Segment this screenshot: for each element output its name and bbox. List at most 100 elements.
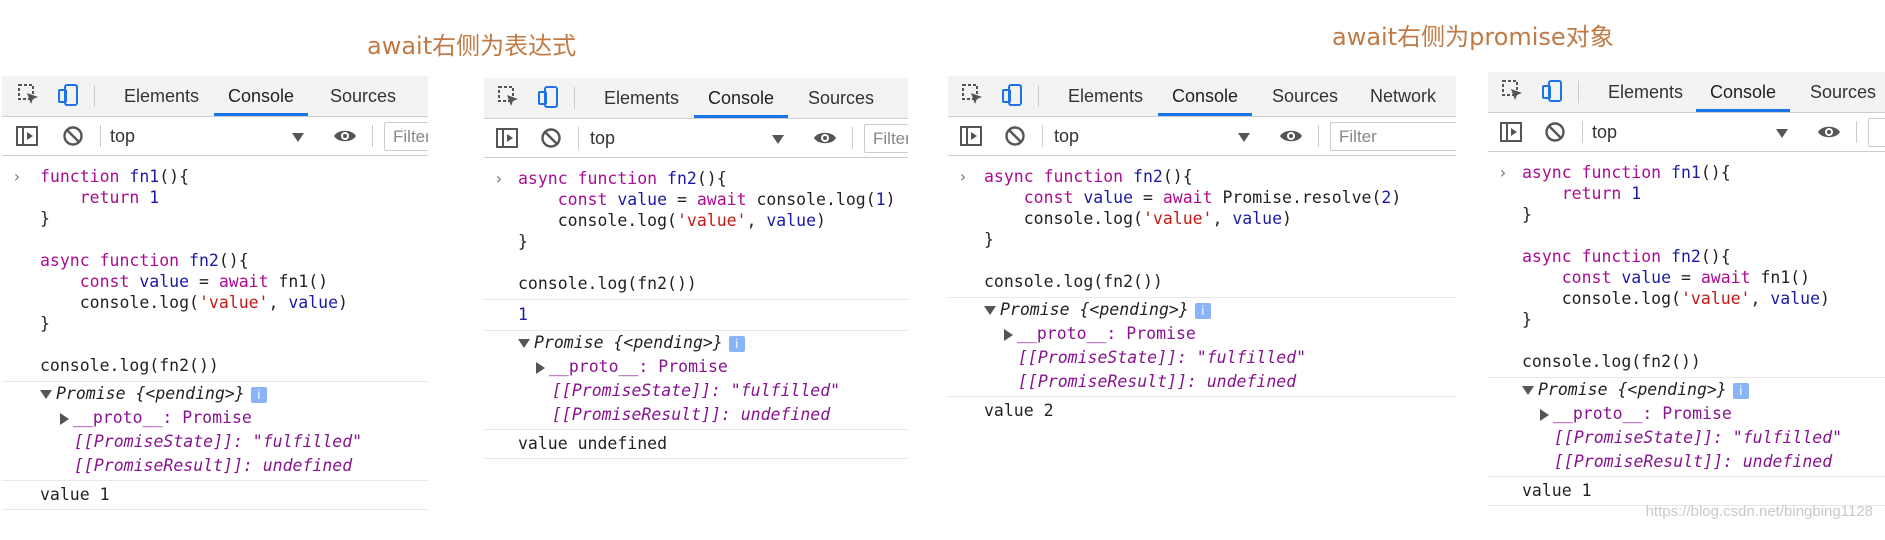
output-proto[interactable]: __proto__: Promise <box>948 322 1456 346</box>
chevron-down-icon[interactable] <box>1238 133 1250 142</box>
tab-sources[interactable]: Sources <box>794 78 888 118</box>
inspect-element-icon[interactable] <box>960 82 986 108</box>
tabbar-separator <box>94 85 95 107</box>
tab-sources[interactable]: Sources <box>1796 72 1885 112</box>
output-log-number: 1 <box>484 300 908 331</box>
keyword: async function <box>518 169 658 188</box>
clear-console-icon[interactable] <box>1002 123 1028 149</box>
tab-elements[interactable]: Elements <box>1594 72 1697 112</box>
eye-icon[interactable] <box>812 125 838 151</box>
output-promise-result: [[PromiseResult]]: undefined <box>2 454 428 481</box>
tab-elements[interactable]: Elements <box>590 78 693 118</box>
tab-elements[interactable]: Elements <box>1054 76 1157 116</box>
inspect-element-icon[interactable] <box>1500 78 1526 104</box>
eye-icon[interactable] <box>1278 123 1304 149</box>
tab-console[interactable]: Console <box>1158 76 1253 116</box>
keyword: async function <box>1522 247 1662 266</box>
context-selector[interactable]: top <box>1054 126 1079 147</box>
filter-input[interactable]: Filter <box>1330 122 1456 151</box>
code-fn1-decl: fn1 <box>1671 163 1701 182</box>
toolbar-separator <box>1856 121 1857 143</box>
collapse-triangle-icon[interactable] <box>60 412 69 425</box>
output-proto[interactable]: __proto__: Promise <box>1488 402 1885 426</box>
filter-input[interactable]: Filter <box>384 122 428 151</box>
code-line: console.log(fn2()) <box>948 271 1456 298</box>
output-promise[interactable]: Promise {<pending>} i <box>484 331 908 355</box>
info-icon[interactable]: i <box>1194 302 1211 319</box>
code-line: const value = await fn1() <box>1561 268 1811 287</box>
expand-triangle-icon[interactable] <box>518 339 530 348</box>
output-promise[interactable]: Promise {<pending>} i <box>2 382 428 406</box>
tab-sources[interactable]: Sources <box>1258 76 1352 116</box>
code-line: } <box>1522 205 1532 224</box>
tab-console[interactable]: Console <box>1696 72 1791 112</box>
collapse-triangle-icon[interactable] <box>1540 408 1549 421</box>
devtools-panel-1: Elements Console Sources top Filter › fun… <box>2 76 428 528</box>
clear-console-icon[interactable] <box>538 125 564 151</box>
output-promise[interactable]: Promise {<pending>} i <box>1488 378 1885 402</box>
chevron-down-icon[interactable] <box>292 133 304 142</box>
eye-icon[interactable] <box>1816 119 1842 145</box>
tab-elements[interactable]: Elements <box>110 76 213 116</box>
sidebar-toggle-icon[interactable] <box>958 123 984 149</box>
tabbar-separator <box>574 87 575 109</box>
code-line: console.log('value', value) <box>984 209 1292 228</box>
tab-console[interactable]: Console <box>694 78 789 118</box>
expand-triangle-icon[interactable] <box>984 306 996 315</box>
collapse-triangle-icon[interactable] <box>536 361 545 374</box>
number-literal: 1 <box>875 190 886 209</box>
device-toolbar-icon[interactable] <box>536 84 562 110</box>
console-toolbar: top Filter <box>948 117 1456 156</box>
expand-triangle-icon[interactable] <box>40 390 52 399</box>
chevron-down-icon[interactable] <box>1776 129 1788 138</box>
device-toolbar-icon[interactable] <box>1000 82 1026 108</box>
expand-triangle-icon[interactable] <box>1522 386 1534 395</box>
tab-sources[interactable]: Sources <box>316 76 410 116</box>
tabbar-separator <box>1578 81 1579 103</box>
filter-input[interactable] <box>1868 118 1885 147</box>
variable: value <box>1083 188 1134 207</box>
output-promise-result: [[PromiseResult]]: undefined <box>1488 450 1885 477</box>
tab-console[interactable]: Console <box>214 76 309 116</box>
output-promise-state: [[PromiseState]]: "fulfilled" <box>74 432 363 451</box>
collapse-triangle-icon[interactable] <box>1004 328 1013 341</box>
device-toolbar-icon[interactable] <box>1540 78 1566 104</box>
chevron-down-icon[interactable] <box>772 135 784 144</box>
variable: value <box>139 272 190 291</box>
keyword: async function <box>1522 163 1662 182</box>
tabbar-separator <box>1038 85 1039 107</box>
toolbar-separator <box>852 127 853 149</box>
code-line: › async function fn1(){ <box>1498 163 1731 182</box>
device-toolbar-icon[interactable] <box>56 82 82 108</box>
output-proto[interactable]: __proto__: Promise <box>484 355 908 379</box>
string-literal: 'value' <box>1142 209 1213 228</box>
context-selector[interactable]: top <box>1592 122 1617 143</box>
output-proto[interactable]: __proto__: Promise <box>2 406 428 430</box>
toolbar-separator <box>372 125 373 147</box>
output-promise-state: [[PromiseState]]: "fulfilled" <box>552 381 841 400</box>
tab-network[interactable]: Network <box>1356 76 1450 116</box>
info-icon[interactable]: i <box>1732 382 1749 399</box>
context-selector[interactable]: top <box>590 128 615 149</box>
info-icon[interactable]: i <box>728 335 745 352</box>
clear-console-icon[interactable] <box>1542 119 1568 145</box>
info-icon[interactable]: i <box>250 386 267 403</box>
devtools-tabbar: Elements Console Sources <box>484 78 908 119</box>
output-promise-state: [[PromiseState]]: "fulfilled" <box>1018 348 1307 367</box>
code-text: (){ <box>159 167 190 186</box>
eye-icon[interactable] <box>332 123 358 149</box>
clear-console-icon[interactable] <box>60 123 86 149</box>
inspect-element-icon[interactable] <box>16 82 42 108</box>
context-selector[interactable]: top <box>110 126 135 147</box>
filter-input[interactable]: Filter <box>864 124 908 153</box>
sidebar-toggle-icon[interactable] <box>14 123 40 149</box>
keyword: return <box>1561 184 1622 203</box>
sidebar-toggle-icon[interactable] <box>1498 119 1524 145</box>
output-promise[interactable]: Promise {<pending>} i <box>948 298 1456 322</box>
sidebar-toggle-icon[interactable] <box>494 125 520 151</box>
inspect-element-icon[interactable] <box>496 84 522 110</box>
heading-expression: await右侧为表达式 <box>367 32 577 60</box>
code-line: console.log('value', value) <box>40 293 348 312</box>
